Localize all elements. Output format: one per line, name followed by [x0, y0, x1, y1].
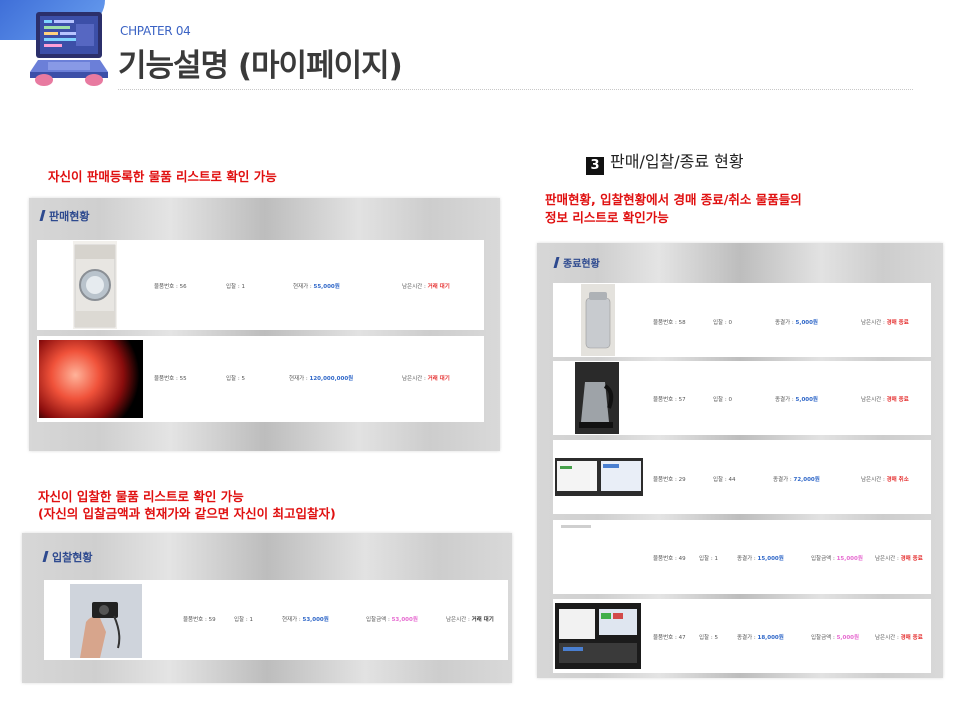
blank-thumbnail — [561, 525, 591, 528]
chapter-label: CHPATER 04 — [120, 24, 191, 38]
section3-note-line2: 정보 리스트로 확인가능 — [545, 210, 669, 225]
remaining-time: 남은시간 : 거래 대기 — [402, 376, 450, 382]
final-price: 종결가 : 5,000원 — [775, 397, 818, 403]
section3-title: 3 판매/입찰/종료 현황 — [586, 148, 744, 175]
slash-icon — [553, 257, 560, 268]
current-price: 현재가 : 53,000원 — [282, 617, 329, 623]
bid-count: 입찰 : 44 — [713, 477, 736, 483]
remaining-time: 남은시간 : 거래 대기 — [446, 617, 494, 623]
bid-note-line2: (자신의 입찰금액과 현재가와 같으면 자신이 최고입찰자) — [38, 506, 336, 521]
final-price: 종결가 : 15,000원 — [737, 556, 784, 562]
page-title: 기능설명 (마이페이지) — [118, 48, 403, 84]
table-row[interactable]: 물품번호 : 49 입찰 : 1 종결가 : 15,000원 입찰금액 : 15… — [553, 520, 931, 594]
status-badge: 거래 대기 — [471, 617, 494, 623]
bid-count: 입찰 : 1 — [699, 556, 718, 562]
table-row[interactable]: 물품번호 : 56 입찰 : 1 현재가 : 55,000원 남은시간 : 거래… — [37, 240, 484, 330]
dark-screenshot-thumbnail — [555, 603, 641, 669]
bid-amount: 입찰금액 : 53,000원 — [366, 617, 418, 623]
final-price: 종결가 : 5,000원 — [775, 320, 818, 326]
table-row[interactable]: 물품번호 : 58 입찰 : 0 종결가 : 5,000원 남은시간 : 경매 … — [553, 283, 931, 357]
header-divider — [118, 89, 913, 90]
remaining-time: 남은시간 : 거래 대기 — [402, 284, 450, 290]
final-price: 종결가 : 72,000원 — [773, 477, 820, 483]
sales-note: 자신이 판매등록한 물품 리스트로 확인 가능 — [48, 169, 277, 184]
section-number-badge: 3 — [586, 157, 604, 175]
item-number: 물품번호 : 29 — [653, 477, 686, 483]
current-price: 현재가 : 120,000,000원 — [289, 376, 354, 382]
remaining-time: 남은시간 : 경매 종료 — [875, 556, 923, 562]
table-row[interactable]: 물품번호 : 29 입찰 : 44 종결가 : 72,000원 남은시간 : 경… — [553, 440, 931, 514]
laptop-coding-icon — [30, 12, 108, 86]
slash-icon — [39, 210, 46, 221]
remaining-time: 남은시간 : 경매 종료 — [875, 635, 923, 641]
status-badge: 경매 종료 — [900, 635, 923, 641]
status-badge: 거래 대기 — [427, 284, 450, 290]
bid-note-line1: 자신이 입찰한 물품 리스트로 확인 가능 — [38, 489, 244, 504]
bid-panel-heading: 입찰현황 — [42, 549, 92, 565]
table-row[interactable]: 물품번호 : 47 입찰 : 5 종결가 : 18,000원 입찰금액 : 5,… — [553, 599, 931, 673]
camera-in-hand-thumbnail — [70, 584, 142, 658]
item-number: 물품번호 : 55 — [154, 376, 187, 382]
humidifier-thumbnail — [581, 284, 615, 356]
end-panel-heading: 종료현황 — [553, 255, 600, 270]
screenshot-thumbnail — [555, 458, 643, 496]
bid-amount: 입찰금액 : 15,000원 — [811, 556, 863, 562]
status-badge: 경매 취소 — [886, 477, 909, 483]
kettle-thumbnail — [575, 362, 619, 434]
status-badge: 거래 대기 — [427, 376, 450, 382]
bid-count: 입찰 : 1 — [226, 284, 245, 290]
table-row[interactable]: 물품번호 : 59 입찰 : 1 현재가 : 53,000원 입찰금액 : 53… — [44, 580, 508, 660]
status-badge: 경매 종료 — [886, 320, 909, 326]
remaining-time: 남은시간 : 경매 종료 — [861, 320, 909, 326]
sales-panel: 판매현황 물품번호 : 56 입찰 : 1 현재가 : 55,000원 남은시간… — [29, 198, 500, 451]
item-number: 물품번호 : 49 — [653, 556, 686, 562]
washing-machine-thumbnail — [73, 241, 117, 329]
table-row[interactable]: 물품번호 : 57 입찰 : 0 종결가 : 5,000원 남은시간 : 경매 … — [553, 361, 931, 435]
bid-count: 입찰 : 5 — [699, 635, 718, 641]
current-price: 현재가 : 55,000원 — [293, 284, 340, 290]
table-row[interactable]: 물품번호 : 55 입찰 : 5 현재가 : 120,000,000원 남은시간… — [37, 336, 484, 422]
red-glow-thumbnail — [39, 340, 143, 418]
item-number: 물품번호 : 56 — [154, 284, 187, 290]
remaining-time: 남은시간 : 경매 취소 — [861, 477, 909, 483]
sales-panel-heading: 판매현황 — [39, 208, 89, 224]
item-number: 물품번호 : 47 — [653, 635, 686, 641]
bid-amount: 입찰금액 : 5,000원 — [811, 635, 860, 641]
bid-count: 입찰 : 5 — [226, 376, 245, 382]
status-badge: 경매 종료 — [886, 397, 909, 403]
status-badge: 경매 종료 — [900, 556, 923, 562]
bid-count: 입찰 : 0 — [713, 320, 732, 326]
bid-panel: 입찰현황 물품번호 : 59 입찰 : 1 현재가 : 53,000원 입찰금액… — [22, 533, 512, 683]
item-number: 물품번호 : 59 — [183, 617, 216, 623]
section3-note-line1: 판매현황, 입찰현황에서 경매 종료/취소 물품들의 — [545, 192, 802, 207]
bid-count: 입찰 : 0 — [713, 397, 732, 403]
item-number: 물품번호 : 58 — [653, 320, 686, 326]
slash-icon — [42, 551, 49, 562]
remaining-time: 남은시간 : 경매 종료 — [861, 397, 909, 403]
end-status-panel: 종료현황 물품번호 : 58 입찰 : 0 종결가 : 5,000원 남은시간 … — [537, 243, 943, 678]
final-price: 종결가 : 18,000원 — [737, 635, 784, 641]
bid-count: 입찰 : 1 — [234, 617, 253, 623]
item-number: 물품번호 : 57 — [653, 397, 686, 403]
